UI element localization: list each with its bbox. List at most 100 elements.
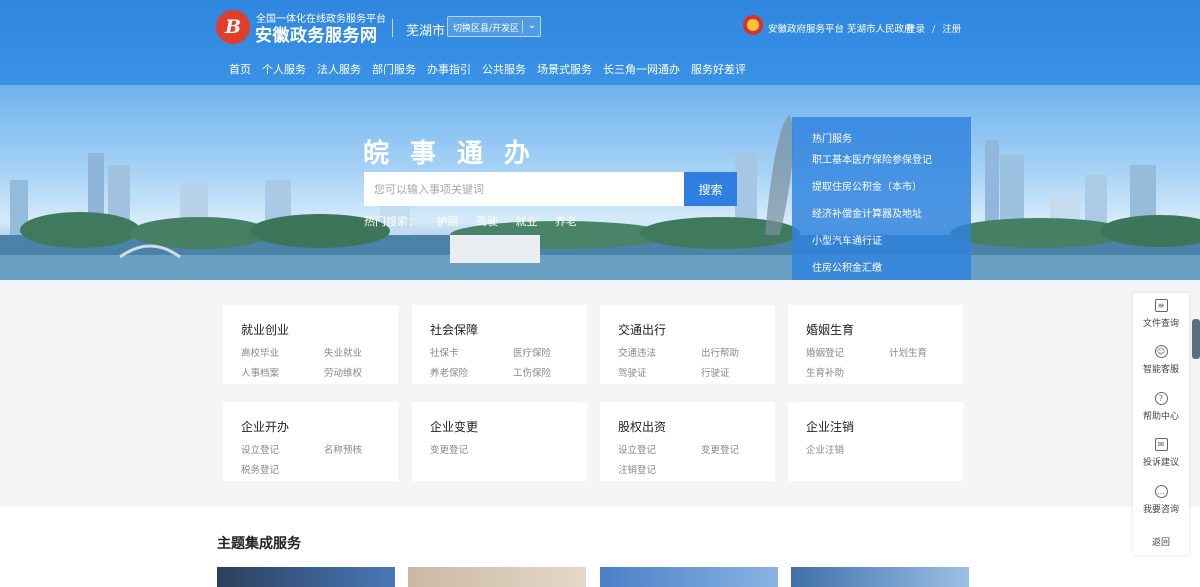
card-link[interactable]: 婚姻登记 xyxy=(806,345,889,359)
card-link[interactable]: 失业就业 xyxy=(324,345,404,359)
theme-section-title: 主题集成服务 xyxy=(217,536,301,552)
banner-slogan: 皖事通办 xyxy=(363,139,552,169)
gov-portal-link[interactable]: 安徽政府服务平台 芜湖市人民政府 xyxy=(768,21,914,35)
card-link[interactable]: 工伤保险 xyxy=(513,365,593,379)
hot-search-word[interactable]: 护照 xyxy=(437,215,459,228)
hot-service-link[interactable]: 职工基本医疗保险参保登记 xyxy=(812,151,952,166)
search-input[interactable] xyxy=(364,172,684,206)
sidebar-item-label: 文件查询 xyxy=(1142,319,1179,329)
card-link[interactable]: 注销登记 xyxy=(618,462,701,476)
theme-thumbnail[interactable] xyxy=(791,567,969,587)
nav-item-personal[interactable]: 个人服务 xyxy=(262,61,306,77)
mail-icon: ✉ xyxy=(1154,438,1168,451)
chat-icon: … xyxy=(1154,485,1168,498)
card-link[interactable]: 社保卡 xyxy=(430,345,513,359)
nav-item-rating[interactable]: 服务好差评 xyxy=(691,61,746,77)
card-link[interactable]: 名称预核 xyxy=(324,442,404,456)
site-header: B 全国一体化在线政务服务平台 安徽政务服务网 芜湖市 切换区县/开发区 ⌄ 安… xyxy=(0,0,1200,85)
theme-thumbnail[interactable] xyxy=(217,567,395,587)
sidebar-item-consult[interactable]: … 我要咨询 xyxy=(1133,485,1189,515)
sidebar-item-label: 智能客服 xyxy=(1142,365,1179,375)
service-card: 社会保障 社保卡 医疗保险 养老保险 工伤保险 xyxy=(412,305,587,384)
hot-search-label: 热门搜索： xyxy=(364,215,419,228)
document-icon: ≡ xyxy=(1154,299,1168,312)
sidebar-item-complaint[interactable]: ✉ 投诉建议 xyxy=(1133,438,1189,468)
hot-services-panel: 热门服务 职工基本医疗保险参保登记 提取住房公积金（本市） 经济补偿金计算器及地… xyxy=(792,117,971,280)
sidebar-item-help[interactable]: ? 帮助中心 xyxy=(1133,392,1189,422)
card-link[interactable]: 变更登记 xyxy=(701,442,781,456)
current-city: 芜湖市 xyxy=(406,24,446,39)
card-link[interactable]: 税务登记 xyxy=(241,462,324,476)
card-link[interactable]: 医疗保险 xyxy=(513,345,593,359)
theme-thumbnail[interactable] xyxy=(408,567,586,587)
district-select[interactable]: 切换区县/开发区 ⌄ xyxy=(447,16,541,37)
card-title[interactable]: 交通出行 xyxy=(618,321,757,338)
national-emblem-icon xyxy=(743,15,763,35)
hot-service-link[interactable]: 小型汽车通行证 xyxy=(812,232,952,247)
service-card: 婚姻生育 婚姻登记 计划生育 生育补助 xyxy=(788,305,963,384)
sidebar-item-label: 返回 xyxy=(1151,538,1170,548)
theme-thumbnail[interactable] xyxy=(600,567,778,587)
login-link[interactable]: 登录 xyxy=(906,24,925,35)
hot-services-title: 热门服务 xyxy=(812,134,852,145)
card-title[interactable]: 企业变更 xyxy=(430,418,569,435)
card-link[interactable]: 人事档案 xyxy=(241,365,324,379)
card-link[interactable]: 变更登记 xyxy=(430,442,513,456)
nav-item-scenario[interactable]: 场景式服务 xyxy=(537,61,592,77)
sidebar-item-smart-service[interactable]: ☺ 智能客服 xyxy=(1133,345,1189,375)
hot-service-link[interactable]: 经济补偿金计算器及地址 xyxy=(812,205,952,220)
card-title[interactable]: 股权出资 xyxy=(618,418,757,435)
question-icon: ? xyxy=(1154,392,1168,405)
card-title[interactable]: 社会保障 xyxy=(430,321,569,338)
hot-search-row: 热门搜索： 护照 驾驶 就业 养老 xyxy=(364,213,591,229)
auth-separator: / xyxy=(932,24,936,35)
card-title[interactable]: 企业开办 xyxy=(241,418,380,435)
card-link[interactable]: 企业注销 xyxy=(806,442,889,456)
nav-item-yangtze[interactable]: 长三角一网通办 xyxy=(603,61,680,77)
hot-search-word[interactable]: 驾驶 xyxy=(476,215,498,228)
sidebar-item-back-top[interactable]: 返回 xyxy=(1133,535,1189,548)
robot-icon: ☺ xyxy=(1154,345,1168,358)
card-title[interactable]: 婚姻生育 xyxy=(806,321,945,338)
main-nav: 首页 个人服务 法人服务 部门服务 办事指引 公共服务 场景式服务 长三角一网通… xyxy=(229,61,757,77)
card-link[interactable]: 生育补助 xyxy=(806,365,889,379)
service-card: 企业注销 企业注销 xyxy=(788,402,963,481)
card-link[interactable]: 高校毕业 xyxy=(241,345,324,359)
card-link[interactable]: 设立登记 xyxy=(618,442,701,456)
site-title[interactable]: 安徽政务服务网 xyxy=(255,21,378,46)
card-link[interactable]: 劳动维权 xyxy=(324,365,404,379)
nav-item-home[interactable]: 首页 xyxy=(229,61,251,77)
select-divider xyxy=(522,20,523,33)
service-card: 企业开办 设立登记 名称预核 税务登记 xyxy=(223,402,398,481)
scrollbar-handle[interactable] xyxy=(1192,319,1200,359)
auth-links: 登录 / 注册 xyxy=(906,21,965,35)
sidebar-item-file-query[interactable]: ≡ 文件查询 xyxy=(1133,299,1189,329)
card-link[interactable]: 出行帮助 xyxy=(701,345,781,359)
service-card: 股权出资 设立登记 变更登记 注销登记 xyxy=(600,402,775,481)
nav-item-public[interactable]: 公共服务 xyxy=(482,61,526,77)
card-link[interactable]: 交通违法 xyxy=(618,345,701,359)
hero-banner: 皖事通办 搜索 热门搜索： 护照 驾驶 就业 养老 热门服务 职工基本医疗保险参… xyxy=(0,85,1200,280)
search-button[interactable]: 搜索 xyxy=(684,172,737,206)
card-title[interactable]: 企业注销 xyxy=(806,418,945,435)
hot-search-word[interactable]: 就业 xyxy=(516,215,538,228)
card-title[interactable]: 就业创业 xyxy=(241,321,380,338)
hot-service-link[interactable]: 住房公积金汇缴 xyxy=(812,259,952,274)
service-card: 企业变更 变更登记 xyxy=(412,402,587,481)
service-card: 就业创业 高校毕业 失业就业 人事档案 劳动维权 xyxy=(223,305,398,384)
card-link[interactable]: 养老保险 xyxy=(430,365,513,379)
card-link[interactable]: 驾驶证 xyxy=(618,365,701,379)
card-link[interactable]: 行驶证 xyxy=(701,365,781,379)
nav-item-department[interactable]: 部门服务 xyxy=(372,61,416,77)
card-link[interactable]: 设立登记 xyxy=(241,442,324,456)
sidebar-item-label: 投诉建议 xyxy=(1142,458,1179,468)
hot-service-link[interactable]: 提取住房公积金（本市） xyxy=(812,178,952,193)
service-card: 交通出行 交通违法 出行帮助 驾驶证 行驶证 xyxy=(600,305,775,384)
logo-icon[interactable]: B xyxy=(216,10,250,44)
register-link[interactable]: 注册 xyxy=(942,24,961,35)
sidebar-item-label: 我要咨询 xyxy=(1142,505,1179,515)
hot-search-word[interactable]: 养老 xyxy=(555,215,577,228)
nav-item-corporate[interactable]: 法人服务 xyxy=(317,61,361,77)
card-link[interactable]: 计划生育 xyxy=(889,345,969,359)
nav-item-guide[interactable]: 办事指引 xyxy=(427,61,471,77)
